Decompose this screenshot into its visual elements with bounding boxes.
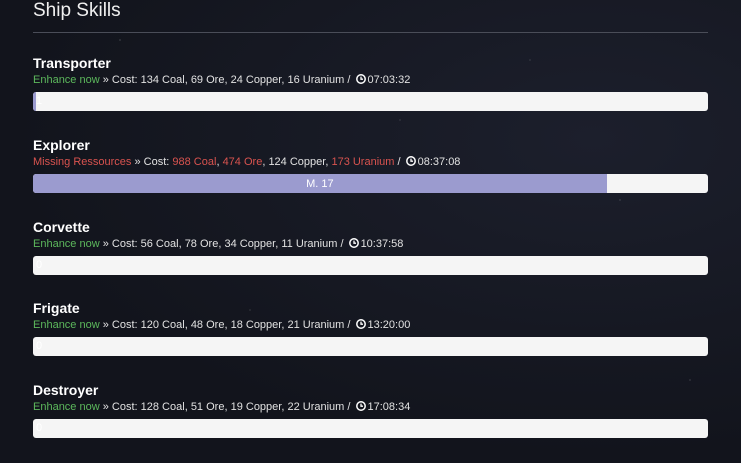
resource-cost: 24 Copper [230, 74, 282, 86]
clock-icon [348, 238, 359, 248]
skill-time: 17:08:34 [367, 401, 411, 413]
missing-resources-text: Missing Ressources [33, 156, 132, 168]
separator: / [337, 238, 347, 250]
resource-cost: 11 Uranium [281, 238, 338, 250]
resource-cost: 474 Ore [222, 156, 263, 168]
clock-icon [355, 74, 366, 84]
resource-cost: 120 Coal [140, 319, 185, 331]
skill-progress-bar: M. 17 [33, 174, 708, 193]
enhance-now-link[interactable]: Enhance now [33, 238, 100, 250]
resource-cost: 128 Coal [140, 401, 185, 413]
resource-cost: 18 Copper [230, 319, 282, 331]
skill-level-label: 0 [36, 422, 43, 434]
resource-cost: 19 Copper [230, 401, 282, 413]
clock-icon [405, 156, 416, 166]
resource-cost: 69 Ore [190, 74, 225, 86]
clock-icon [355, 401, 366, 411]
title-divider [33, 32, 708, 33]
resource-cost: 51 Ore [190, 401, 225, 413]
skill-level-label: 0 [36, 259, 43, 271]
skill-progress-bar: 0 [33, 419, 708, 438]
resource-cost: 173 Uranium [331, 156, 395, 168]
skill-cost-line: Missing Ressources » Cost: 988 Coal, 474… [33, 155, 708, 169]
skill-cost-line: Enhance now » Cost: 56 Coal, 78 Ore, 34 … [33, 237, 708, 251]
cost-label: » Cost: [99, 401, 141, 413]
resource-cost: 124 Copper [268, 156, 326, 168]
skill-frigate: Frigate Enhance now » Cost: 120 Coal, 48 … [33, 300, 708, 356]
enhance-now-link[interactable]: Enhance now [33, 319, 100, 331]
enhance-now-link[interactable]: Enhance now [33, 74, 100, 86]
skill-explorer: Explorer Missing Ressources » Cost: 988 C… [33, 137, 708, 193]
skill-corvette: Corvette Enhance now » Cost: 56 Coal, 78 … [33, 219, 708, 275]
separator: / [394, 156, 404, 168]
separator: / [344, 319, 354, 331]
skill-cost-line: Enhance now » Cost: 134 Coal, 69 Ore, 24… [33, 73, 708, 87]
resource-cost: 22 Uranium [287, 401, 345, 413]
page-title: Ship Skills [33, 0, 121, 21]
resource-cost: 78 Ore [184, 238, 219, 250]
skill-time: 10:37:58 [360, 238, 404, 250]
resource-cost: 988 Coal [172, 156, 217, 168]
resource-cost: 34 Copper [224, 238, 276, 250]
resource-cost: 134 Coal [140, 74, 185, 86]
skill-progress-bar: 1 [33, 92, 708, 111]
clock-icon [355, 319, 366, 329]
skill-name: Transporter [33, 55, 111, 71]
cost-label: » Cost: [99, 238, 141, 250]
skill-name: Explorer [33, 137, 90, 153]
skill-level-label: 1 [36, 95, 43, 107]
resource-cost: 16 Uranium [287, 74, 345, 86]
cost-label: » Cost: [99, 319, 141, 331]
skill-name: Destroyer [33, 382, 99, 398]
skill-name: Corvette [33, 219, 90, 235]
skill-destroyer: Destroyer Enhance now » Cost: 128 Coal, 5… [33, 382, 708, 438]
skill-progress-fill: M. 17 [33, 174, 607, 193]
cost-label: » Cost: [99, 74, 141, 86]
skill-name: Frigate [33, 300, 80, 316]
skill-transporter: Transporter Enhance now » Cost: 134 Coal,… [33, 55, 708, 111]
skill-time: 07:03:32 [367, 74, 411, 86]
enhance-now-link[interactable]: Enhance now [33, 401, 100, 413]
separator: / [344, 401, 354, 413]
skill-progress-bar: 0 [33, 256, 708, 275]
skill-cost-line: Enhance now » Cost: 128 Coal, 51 Ore, 19… [33, 400, 708, 414]
separator: / [344, 74, 354, 86]
skill-level-label: M. 17 [306, 177, 334, 190]
skill-time: 13:20:00 [367, 319, 411, 331]
skill-cost-line: Enhance now » Cost: 120 Coal, 48 Ore, 18… [33, 318, 708, 332]
resource-cost: 48 Ore [190, 319, 225, 331]
skill-progress-bar: 0 [33, 337, 708, 356]
resource-cost: 56 Coal [140, 238, 179, 250]
cost-label: » Cost: [131, 156, 173, 168]
skill-time: 08:37:08 [417, 156, 461, 168]
skill-level-label: 0 [36, 340, 43, 352]
resource-cost: 21 Uranium [287, 319, 345, 331]
